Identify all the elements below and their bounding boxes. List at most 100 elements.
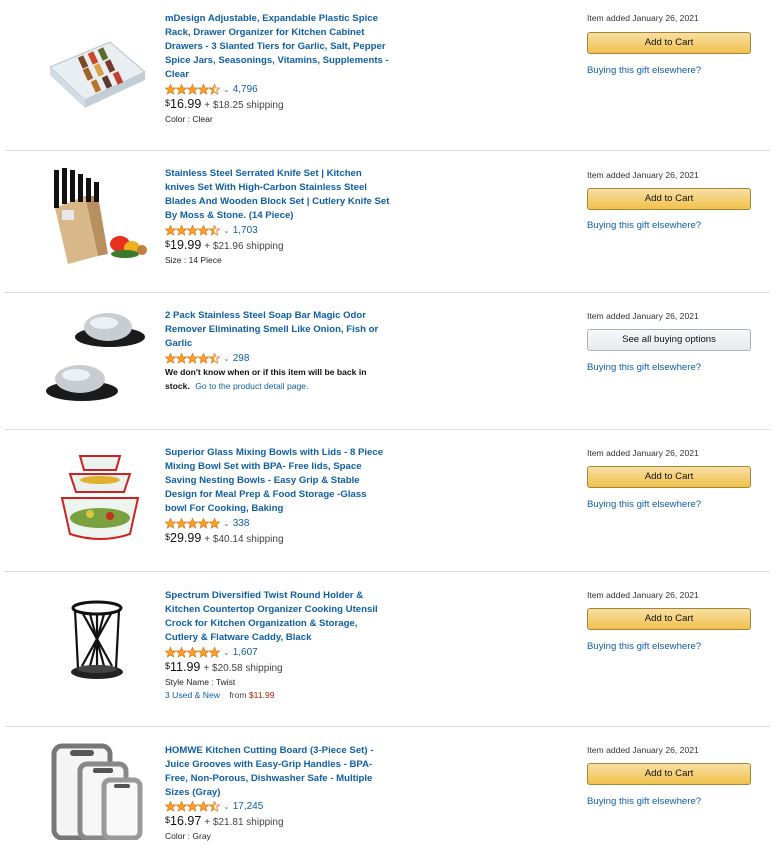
star-icon xyxy=(209,224,220,236)
price-value: 11.99 xyxy=(170,660,201,674)
rating-count-link[interactable]: 4,796 xyxy=(233,84,258,95)
item-added-text: Item added January 26, 2021 xyxy=(587,13,699,23)
star-rating-icon xyxy=(165,224,220,236)
star-icon xyxy=(198,83,209,95)
rating[interactable]: ⌄ 1,607 xyxy=(165,645,258,659)
chevron-down-icon: ⌄ xyxy=(223,647,230,657)
item-added-text: Item added January 26, 2021 xyxy=(587,311,699,321)
chevron-down-icon: ⌄ xyxy=(223,353,230,363)
price: $ 29.99 + $40.14 shipping xyxy=(165,531,284,545)
star-icon xyxy=(187,83,198,95)
cutting-board-image[interactable] xyxy=(40,740,155,840)
buying-elsewhere-link[interactable]: Buying this gift elsewhere? xyxy=(587,641,701,652)
chevron-down-icon: ⌄ xyxy=(223,84,230,94)
shipping-text: + $20.58 shipping xyxy=(203,663,283,674)
price-symbol: $ xyxy=(165,532,171,542)
price: $ 19.99 + $21.96 shipping xyxy=(165,238,284,252)
add-to-cart-button[interactable]: Add to Cart xyxy=(587,608,751,630)
knife-set-image[interactable] xyxy=(40,168,155,268)
star-icon xyxy=(176,517,187,529)
rating-count-link[interactable]: 338 xyxy=(233,518,250,529)
star-rating-icon xyxy=(165,517,220,529)
product-title-link[interactable]: Spectrum Diversified Twist Round Holder … xyxy=(165,589,391,645)
attribute-text: Color : Gray xyxy=(165,831,211,841)
shipping-text: + $40.14 shipping xyxy=(204,534,284,545)
add-to-cart-button[interactable]: Add to Cart xyxy=(587,32,751,54)
star-icon xyxy=(165,352,176,364)
shipping-text: + $21.96 shipping xyxy=(204,241,284,252)
star-icon xyxy=(187,517,198,529)
product-title-link[interactable]: Superior Glass Mixing Bowls with Lids - … xyxy=(165,446,391,516)
star-icon xyxy=(187,224,198,236)
star-rating-icon xyxy=(165,646,220,658)
buying-elsewhere-link[interactable]: Buying this gift elsewhere? xyxy=(587,499,701,510)
product-title-link[interactable]: mDesign Adjustable, Expandable Plastic S… xyxy=(165,12,391,82)
price-symbol: $ xyxy=(165,98,171,108)
divider xyxy=(5,726,770,727)
used-price: $11.99 xyxy=(248,690,275,700)
add-to-cart-button[interactable]: Add to Cart xyxy=(587,466,751,488)
product-title-link[interactable]: 2 Pack Stainless Steel Soap Bar Magic Od… xyxy=(165,309,391,351)
chevron-down-icon: ⌄ xyxy=(223,801,230,811)
rating-count-link[interactable]: 1,703 xyxy=(233,225,258,236)
spice-rack-image[interactable] xyxy=(40,22,155,122)
rating[interactable]: ⌄ 1,703 xyxy=(165,223,258,237)
rating[interactable]: ⌄ 17,245 xyxy=(165,799,263,813)
product-detail-link[interactable]: Go to the product detail page. xyxy=(195,381,308,391)
star-icon xyxy=(187,800,198,812)
chevron-down-icon: ⌄ xyxy=(223,518,230,528)
used-and-new-link[interactable]: 3 Used & New xyxy=(165,690,220,700)
star-icon xyxy=(165,517,176,529)
star-icon xyxy=(187,646,198,658)
price-value: 16.99 xyxy=(170,97,202,111)
add-to-cart-button[interactable]: Add to Cart xyxy=(587,763,751,785)
star-icon xyxy=(176,800,187,812)
star-icon xyxy=(165,224,176,236)
star-icon xyxy=(209,646,220,658)
product-title-link[interactable]: HOMWE Kitchen Cutting Board (3-Piece Set… xyxy=(165,744,391,800)
rating-count-link[interactable]: 17,245 xyxy=(233,801,264,812)
star-icon xyxy=(176,83,187,95)
star-icon xyxy=(176,646,187,658)
divider xyxy=(5,429,770,430)
add-to-cart-button[interactable]: Add to Cart xyxy=(587,188,751,210)
divider xyxy=(5,150,770,151)
price: $ 11.99 + $20.58 shipping xyxy=(165,660,283,674)
shipping-text: + $21.81 shipping xyxy=(204,817,284,828)
star-icon xyxy=(209,517,220,529)
price: $ 16.99 + $18.25 shipping xyxy=(165,97,284,111)
used-and-new-row: 3 Used & New from $11.99 xyxy=(165,690,275,700)
star-icon xyxy=(187,352,198,364)
star-icon xyxy=(165,646,176,658)
rating-count-link[interactable]: 1,607 xyxy=(233,647,258,658)
buying-elsewhere-link[interactable]: Buying this gift elsewhere? xyxy=(587,220,701,231)
rating[interactable]: ⌄ 298 xyxy=(165,351,249,365)
product-title-link[interactable]: Stainless Steel Serrated Knife Set | Kit… xyxy=(165,167,391,223)
buying-elsewhere-link[interactable]: Buying this gift elsewhere? xyxy=(587,796,701,807)
soap-bar-image[interactable] xyxy=(40,305,155,405)
star-icon xyxy=(198,800,209,812)
star-icon xyxy=(209,800,220,812)
star-icon xyxy=(176,224,187,236)
buying-elsewhere-link[interactable]: Buying this gift elsewhere? xyxy=(587,65,701,76)
used-from-text: from xyxy=(229,690,247,700)
star-rating-icon xyxy=(165,800,220,812)
see-all-buying-options-button[interactable]: See all buying options xyxy=(587,329,751,351)
attribute-text: Style Name : Twist xyxy=(165,677,236,687)
rating[interactable]: ⌄ 4,796 xyxy=(165,82,258,96)
star-icon xyxy=(176,352,187,364)
star-icon xyxy=(198,517,209,529)
buying-elsewhere-link[interactable]: Buying this gift elsewhere? xyxy=(587,362,701,373)
star-icon xyxy=(209,352,220,364)
mixing-bowls-image[interactable] xyxy=(40,448,155,548)
chevron-down-icon: ⌄ xyxy=(223,225,230,235)
star-icon xyxy=(198,352,209,364)
rating-count-link[interactable]: 298 xyxy=(233,353,250,364)
rating[interactable]: ⌄ 338 xyxy=(165,516,249,530)
item-added-text: Item added January 26, 2021 xyxy=(587,448,699,458)
star-icon xyxy=(165,800,176,812)
price-value: 29.99 xyxy=(170,531,202,545)
star-icon xyxy=(165,83,176,95)
utensil-holder-image[interactable] xyxy=(40,596,155,696)
price-symbol: $ xyxy=(165,239,171,249)
